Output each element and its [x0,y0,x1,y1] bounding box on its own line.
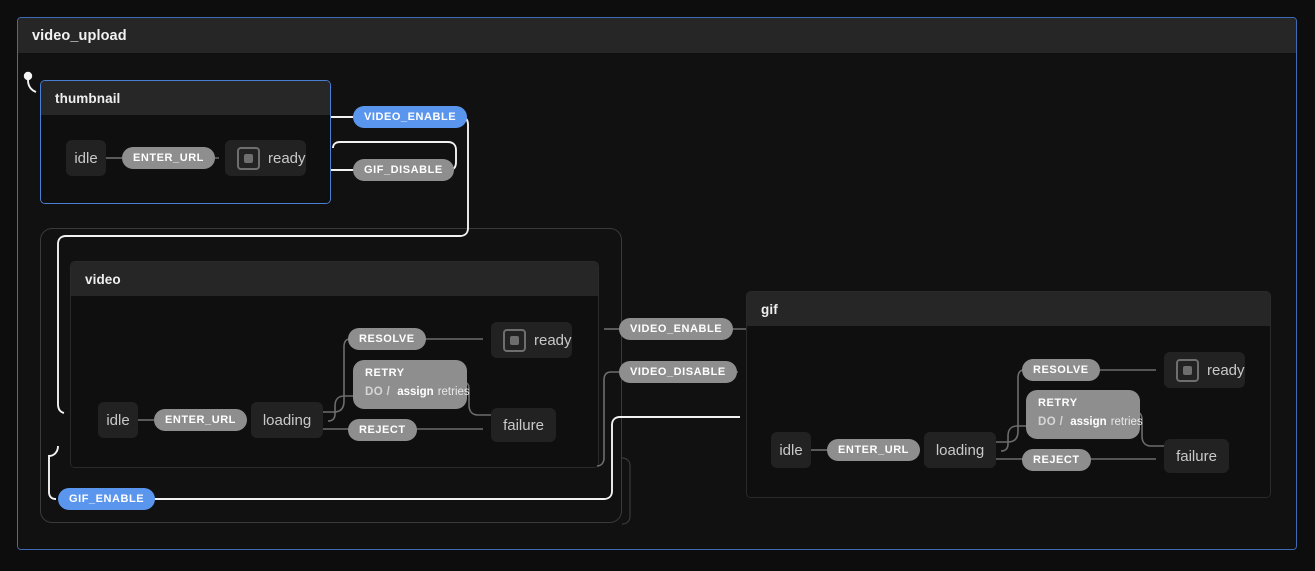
state-label: failure [503,416,544,434]
state-label: idle [106,411,130,429]
final-state-icon [237,146,260,170]
event-gif-enable[interactable]: GIF_ENABLE [58,488,156,510]
state-label: ready [534,331,572,349]
state-gif-loading[interactable]: loading [924,432,996,468]
action-arg: retries [437,386,470,398]
action-arg: retries [1110,416,1143,428]
event-gif-retry-action: DO / assign retries [1038,414,1143,431]
state-label: idle [779,441,803,459]
final-state-icon [1176,358,1199,382]
event-gif-enter-url[interactable]: ENTER_URL [827,439,920,461]
event-video-resolve[interactable]: RESOLVE [348,328,426,350]
state-video-ready[interactable]: ready [491,322,572,358]
event-video-enter-url[interactable]: ENTER_URL [154,409,247,431]
state-thumbnail-idle[interactable]: idle [66,140,106,176]
statechart-canvas: video_upload thumbnail idle ready ENTER_… [0,0,1315,571]
state-label: ready [1207,361,1245,379]
event-video-retry-action: DO / assign retries [365,384,470,401]
action-fn: assign [397,386,434,398]
event-gif-disable[interactable]: GIF_DISABLE [353,159,454,181]
region-gif-title: gif [761,301,778,317]
state-gif-failure[interactable]: failure [1164,439,1229,473]
event-gif-retry[interactable]: RETRY DO / assign retries [1026,390,1143,439]
event-gif-retry-label: RETRY [1038,397,1078,409]
state-thumbnail-ready[interactable]: ready [225,140,306,176]
region-thumbnail-header: thumbnail [41,81,330,115]
event-gif-resolve[interactable]: RESOLVE [1022,359,1100,381]
action-kind: DO / [365,386,391,398]
event-video-reject[interactable]: REJECT [348,419,417,441]
state-gif-idle[interactable]: idle [771,432,811,468]
event-video-disable[interactable]: VIDEO_DISABLE [619,361,737,383]
state-video-loading[interactable]: loading [251,402,323,438]
state-label: idle [74,149,98,167]
state-gif-ready[interactable]: ready [1164,352,1245,388]
state-video-idle[interactable]: idle [98,402,138,438]
event-video-retry-label: RETRY [365,367,405,379]
event-video-enable-from-gif[interactable]: VIDEO_ENABLE [619,318,734,340]
event-video-retry[interactable]: RETRY DO / assign retries [353,360,470,409]
event-thumbnail-enter-url[interactable]: ENTER_URL [122,147,215,169]
region-gif-header: gif [747,292,1270,326]
region-video-header: video [71,262,598,296]
final-state-icon [503,328,526,352]
machine-title: video_upload [32,27,127,44]
machine-header: video_upload [18,18,1296,54]
state-label: failure [1176,447,1217,465]
state-label: loading [935,441,985,459]
state-video-failure[interactable]: failure [491,408,556,442]
action-kind: DO / [1038,416,1064,428]
action-fn: assign [1070,416,1107,428]
state-label: loading [262,411,312,429]
region-video-title: video [85,271,121,287]
event-gif-reject[interactable]: REJECT [1022,449,1091,471]
event-video-enable-from-thumbnail[interactable]: VIDEO_ENABLE [353,106,468,128]
state-label: ready [268,149,306,167]
region-thumbnail-title: thumbnail [55,90,121,106]
